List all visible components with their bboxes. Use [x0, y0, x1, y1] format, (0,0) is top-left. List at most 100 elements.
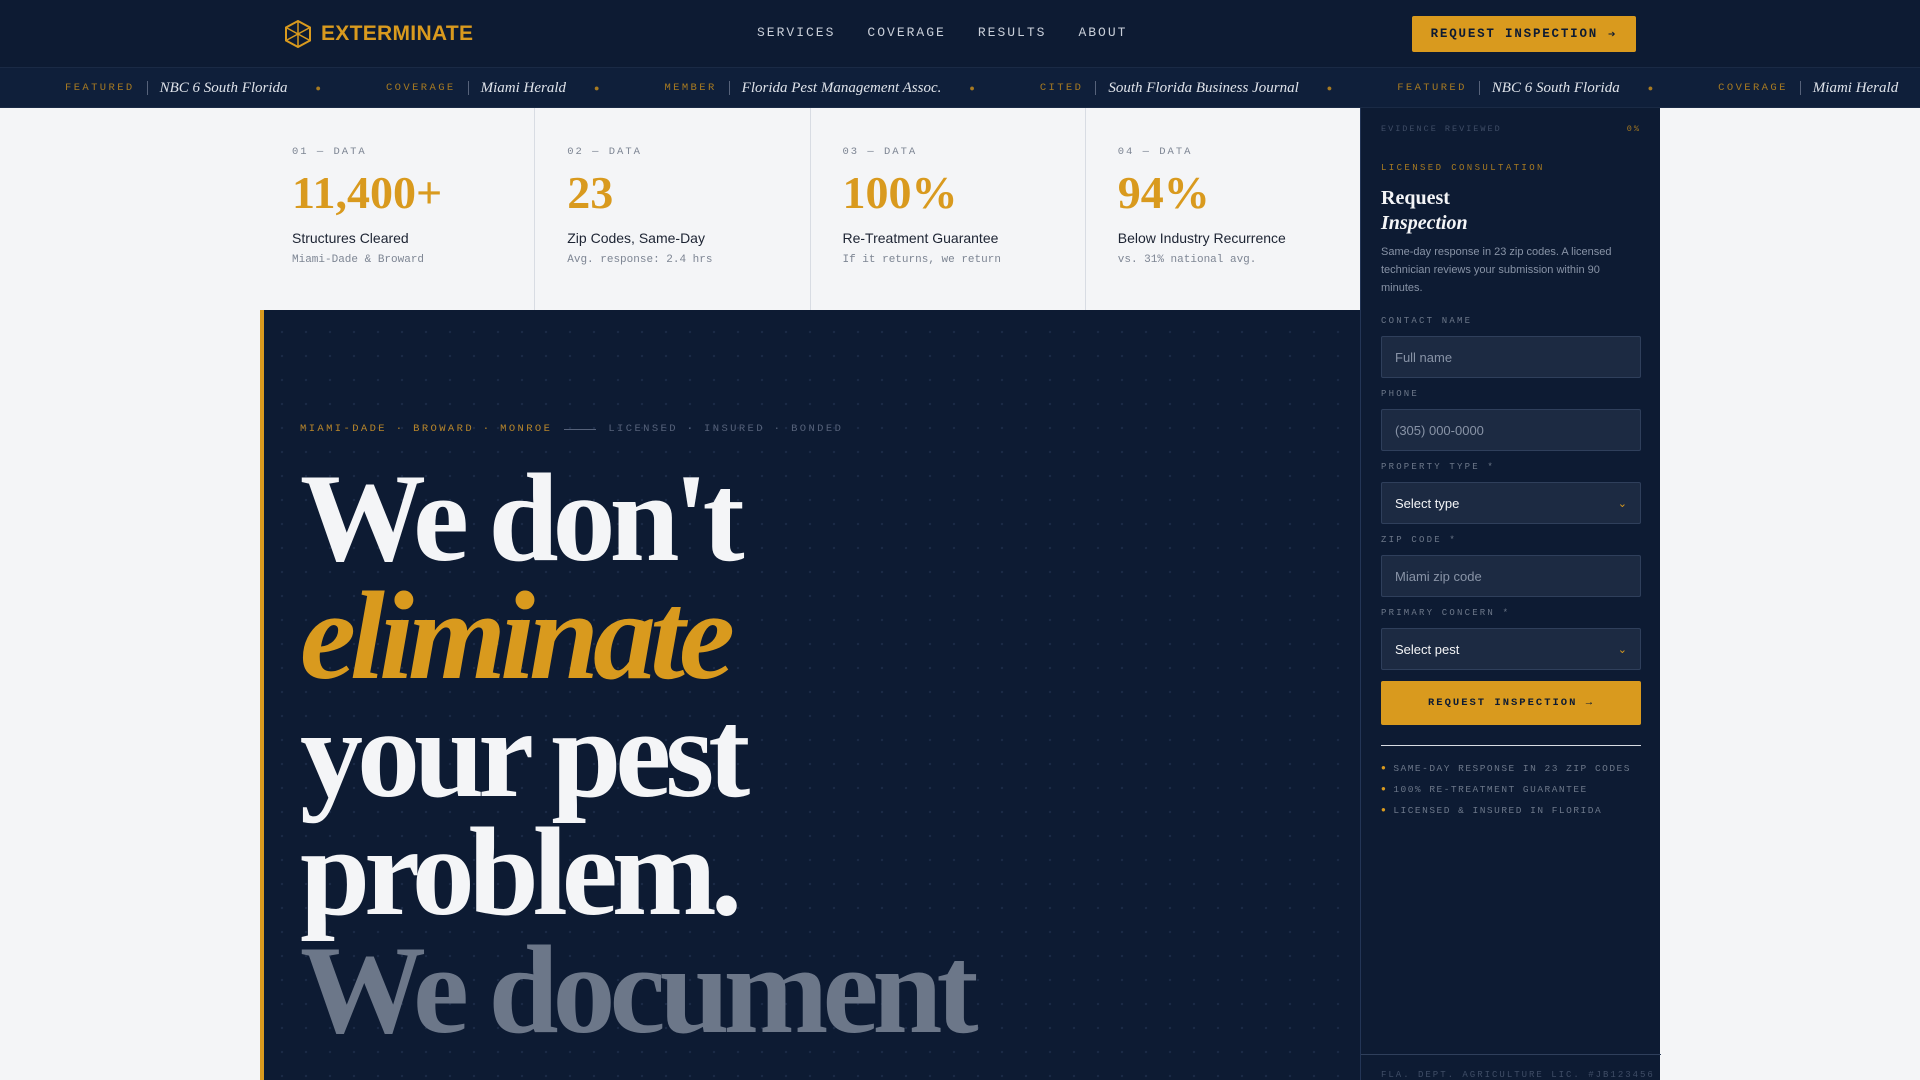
bullet-icon: ●	[1381, 764, 1388, 773]
request-inspection-label: REQUEST INSPECTION	[1430, 27, 1599, 41]
eyebrow-divider	[564, 428, 597, 430]
ticker-source: Miami Herald	[480, 79, 567, 96]
hero-eyebrow: MIAMI-DADE · BROWARD · MONROE LICENSED ·…	[300, 423, 843, 435]
nav-about[interactable]: ABOUT	[1078, 25, 1127, 40]
panel-eyebrow: LICENSED CONSULTATION	[1381, 163, 1545, 173]
bullet-icon: ●	[315, 83, 321, 93]
chevron-down-icon: ⌄	[1617, 643, 1627, 656]
zip-code-field[interactable]	[1381, 555, 1641, 597]
bullet-icon: ●	[1326, 83, 1333, 93]
assurance-item: ● 100% RE-TREATMENT GUARANTEE	[1381, 784, 1641, 795]
assurance-list: ● SAME-DAY RESPONSE IN 23 ZIP CODES ● 100%…	[1381, 763, 1641, 826]
stat-title: Structures Cleared	[292, 230, 409, 246]
phone-input[interactable]	[1395, 422, 1627, 438]
panel-description: Same-day response in 23 zip codes. A lic…	[1381, 246, 1612, 294]
phone-label: PHONE	[1381, 389, 1420, 399]
headline-line: your pest	[300, 685, 750, 824]
submit-label: REQUEST INSPECTION →	[1427, 697, 1595, 709]
shield-hex-icon	[285, 20, 311, 48]
stat-title: Re-Treatment Guarantee	[842, 230, 999, 246]
ticker-item: MEMBER Florida Pest Management Assoc. ●	[664, 80, 974, 97]
bullet-icon: ●	[1381, 806, 1388, 815]
ticker-source: Florida Pest Management Assoc.	[741, 79, 942, 96]
ticker-divider	[1478, 81, 1480, 95]
assurance-item: ● SAME-DAY RESPONSE IN 23 ZIP CODES	[1381, 763, 1641, 774]
ticker-source: South Florida Business Journal	[1108, 79, 1299, 96]
ticker-item: COVERAGE Miami Herald ●	[386, 80, 599, 97]
stat-subtitle: Miami-Dade & Broward	[292, 254, 425, 266]
hero-headline: We don't eliminate your pest problem. We…	[300, 449, 978, 1060]
ticker-divider	[1799, 81, 1801, 95]
stat-value: 100%	[842, 167, 958, 218]
brand-name: EXTERMINATE	[321, 22, 474, 45]
stat-title: Zip Codes, Same-Day	[567, 230, 705, 246]
hero-regions: MIAMI-DADE · BROWARD · MONROE	[300, 423, 553, 435]
progress-value: 0%	[1626, 124, 1641, 134]
ticker-source: NBC 6 South Florida	[1491, 79, 1620, 96]
phone-field[interactable]	[1381, 409, 1641, 451]
bullet-icon: ●	[1647, 83, 1654, 93]
stat-card: 03 — DATA 100% Re-Treatment Guarantee If…	[811, 108, 1086, 310]
panel-title-line1: Request	[1381, 187, 1450, 209]
nav-results[interactable]: RESULTS	[978, 25, 1047, 40]
arrow-right-icon: ➔	[1608, 28, 1618, 42]
hero-section: MIAMI-DADE · BROWARD · MONROE LICENSED ·…	[260, 310, 1360, 1080]
stat-subtitle: Avg. response: 2.4 hrs	[567, 254, 713, 266]
stat-label: 03 — DATA	[842, 146, 918, 158]
stat-card: 01 — DATA 11,400+ Structures Cleared Mia…	[260, 108, 536, 310]
ticker-divider	[146, 81, 148, 95]
ticker-source: Miami Herald	[1812, 79, 1899, 96]
stat-value: 94%	[1117, 167, 1210, 218]
headline-line-muted: We document	[300, 921, 978, 1060]
hero-credentials: LICENSED · INSURED · BONDED	[608, 423, 844, 435]
panel-divider	[1381, 745, 1641, 746]
stat-title: Below Industry Recurrence	[1117, 230, 1286, 246]
contact-name-field[interactable]	[1381, 336, 1641, 378]
nav-coverage[interactable]: COVERAGE	[867, 25, 945, 40]
ticker-tag: FEATURED	[65, 82, 135, 94]
bullet-icon: ●	[594, 83, 600, 93]
assurance-text: LICENSED & INSURED IN FLORIDA	[1393, 805, 1603, 816]
stat-card: 02 — DATA 23 Zip Codes, Same-Day Avg. re…	[535, 108, 811, 310]
stat-label: 02 — DATA	[567, 146, 642, 158]
progress-label: EVIDENCE REVIEWED	[1381, 124, 1502, 134]
top-navigation-bar: EXTERMINATE SERVICES COVERAGE RESULTS AB…	[0, 0, 1920, 68]
contact-name-label: CONTACT NAME	[1381, 316, 1473, 326]
assurance-text: 100% RE-TREATMENT GUARANTEE	[1393, 784, 1588, 795]
primary-concern-label: PRIMARY CONCERN *	[1381, 608, 1511, 618]
submit-inspection-button[interactable]: REQUEST INSPECTION →	[1381, 681, 1641, 725]
ticker-tag: MEMBER	[664, 82, 717, 94]
ticker-tag: CITED	[1039, 82, 1084, 94]
stat-value: 11,400+	[292, 167, 443, 218]
ticker-item: FEATURED NBC 6 South Florida ●	[1397, 80, 1653, 97]
ticker-tag: FEATURED	[1397, 82, 1467, 94]
assurance-text: SAME-DAY RESPONSE IN 23 ZIP CODES	[1393, 763, 1631, 774]
headline-line: problem.	[300, 803, 742, 942]
panel-footer-divider	[1361, 1054, 1661, 1055]
ticker-item: COVERAGE Miami Herald ●	[1718, 80, 1920, 97]
request-inspection-button[interactable]: REQUEST INSPECTION ➔	[1412, 16, 1636, 52]
stat-subtitle: vs. 31% national avg.	[1117, 254, 1257, 266]
primary-concern-select[interactable]: Select pest ⌄	[1381, 628, 1641, 670]
ticker-divider	[1095, 81, 1097, 95]
stat-label: 04 — DATA	[1117, 146, 1193, 158]
license-number: FLA. DEPT. AGRICULTURE LIC. #JB123456	[1381, 1070, 1655, 1080]
property-type-value: Select type	[1395, 495, 1460, 511]
evidence-progress: EVIDENCE REVIEWED 0%	[1381, 124, 1641, 134]
bullet-icon: ●	[969, 83, 975, 93]
headline-line-accent: eliminate	[300, 567, 735, 706]
contact-name-input[interactable]	[1395, 349, 1627, 365]
brand-logo[interactable]: EXTERMINATE	[285, 20, 473, 48]
nav-services[interactable]: SERVICES	[757, 25, 835, 40]
panel-title: Request Inspection	[1381, 186, 1468, 236]
stat-card: 04 — DATA 94% Below Industry Recurrence …	[1086, 108, 1360, 310]
headline-line: We don't	[300, 449, 745, 588]
ticker-divider	[728, 81, 730, 95]
zip-code-label: ZIP CODE *	[1381, 535, 1458, 545]
hero-accent-bar	[260, 310, 264, 1080]
main-nav: SERVICES COVERAGE RESULTS ABOUT	[757, 25, 1127, 40]
property-type-select[interactable]: Select type ⌄	[1381, 482, 1641, 524]
bullet-icon: ●	[1381, 785, 1388, 794]
zip-code-input[interactable]	[1395, 568, 1627, 584]
ticker-item: CITED South Florida Business Journal ●	[1040, 80, 1332, 97]
